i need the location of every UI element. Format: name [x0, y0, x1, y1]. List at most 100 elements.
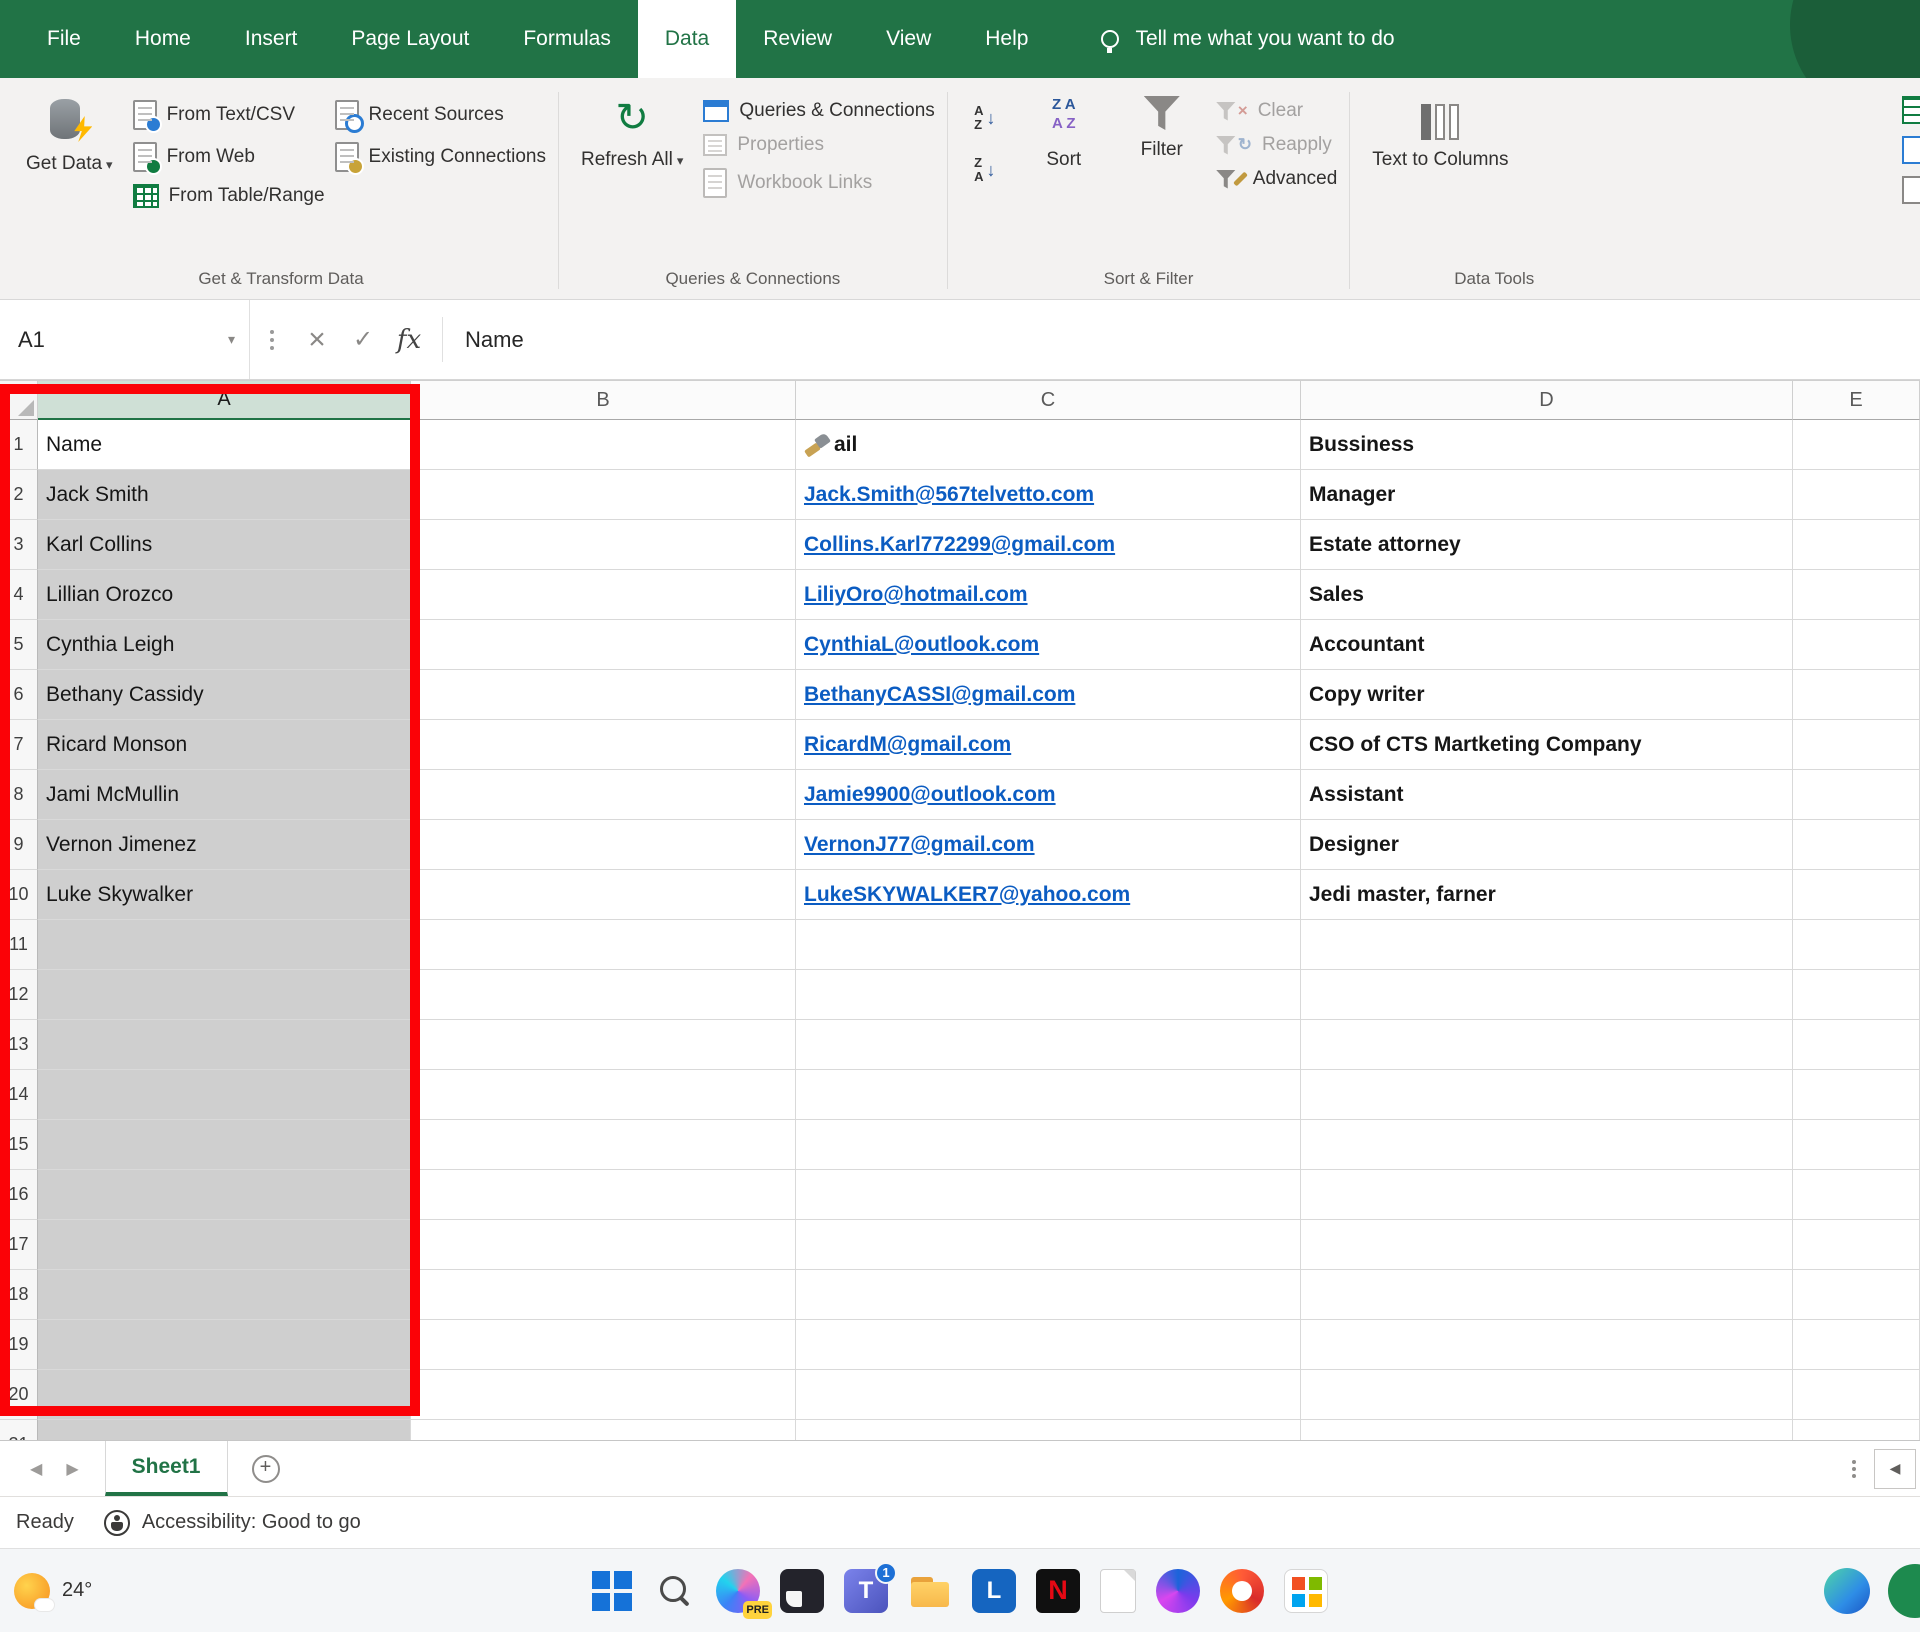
cell-E6[interactable] [1793, 670, 1920, 720]
cell-D17[interactable] [1301, 1220, 1793, 1270]
column-header-e[interactable]: E [1793, 381, 1920, 420]
cell-D8[interactable]: Assistant [1301, 770, 1793, 820]
name-box[interactable]: A1 [0, 300, 250, 379]
cell-A16[interactable] [38, 1170, 411, 1220]
cell-D9[interactable]: Designer [1301, 820, 1793, 870]
dark-app-icon[interactable] [780, 1569, 824, 1613]
cell-C6[interactable]: BethanyCASSI@gmail.com [796, 670, 1301, 720]
tab-help[interactable]: Help [958, 0, 1055, 78]
cell-B7[interactable] [411, 720, 796, 770]
select-all-corner[interactable] [0, 381, 38, 420]
cell-B12[interactable] [411, 970, 796, 1020]
next-sheet-icon[interactable] [66, 1459, 78, 1479]
cell-A9[interactable]: Vernon Jimenez [38, 820, 411, 870]
email-link[interactable]: LukeSKYWALKER7@yahoo.com [804, 883, 1130, 907]
cell-C5[interactable]: CynthiaL@outlook.com [796, 620, 1301, 670]
office-icon[interactable] [1156, 1569, 1200, 1613]
start-icon[interactable] [592, 1571, 632, 1611]
row-header-6[interactable]: 6 [0, 670, 38, 720]
cell-E3[interactable] [1793, 520, 1920, 570]
cell-D20[interactable] [1301, 1370, 1793, 1420]
cell-E9[interactable] [1793, 820, 1920, 870]
cell-A21[interactable] [38, 1420, 411, 1440]
row-header-19[interactable]: 19 [0, 1320, 38, 1370]
email-link[interactable]: LiliyOro@hotmail.com [804, 583, 1028, 607]
cell-D11[interactable] [1301, 920, 1793, 970]
row-header-11[interactable]: 11 [0, 920, 38, 970]
recent-sources-button[interactable]: Recent Sources [335, 100, 546, 130]
cell-C11[interactable] [796, 920, 1301, 970]
cell-B13[interactable] [411, 1020, 796, 1070]
row-header-15[interactable]: 15 [0, 1120, 38, 1170]
cell-A19[interactable] [38, 1320, 411, 1370]
cell-B1[interactable] [411, 420, 796, 470]
cell-C15[interactable] [796, 1120, 1301, 1170]
weather-widget[interactable]: 24° [0, 1573, 92, 1609]
edge-icon[interactable] [1824, 1568, 1870, 1614]
enter-icon[interactable] [340, 300, 386, 379]
cell-D18[interactable] [1301, 1270, 1793, 1320]
cell-E11[interactable] [1793, 920, 1920, 970]
cell-A8[interactable]: Jami McMullin [38, 770, 411, 820]
cell-E12[interactable] [1793, 970, 1920, 1020]
from-text-csv-button[interactable]: From Text/CSV [133, 100, 325, 130]
cell-C21[interactable] [796, 1420, 1301, 1440]
cell-D21[interactable] [1301, 1420, 1793, 1440]
email-link[interactable]: Collins.Karl772299@gmail.com [804, 533, 1115, 557]
cell-D7[interactable]: CSO of CTS Martketing Company [1301, 720, 1793, 770]
email-link[interactable]: BethanyCASSI@gmail.com [804, 683, 1075, 707]
column-header-a[interactable]: A [38, 381, 411, 420]
search-icon[interactable] [652, 1569, 696, 1613]
cell-B5[interactable] [411, 620, 796, 670]
cell-A3[interactable]: Karl Collins [38, 520, 411, 570]
advanced-filter-button[interactable]: Advanced [1216, 168, 1338, 190]
cell-A12[interactable] [38, 970, 411, 1020]
cell-E13[interactable] [1793, 1020, 1920, 1070]
cell-E16[interactable] [1793, 1170, 1920, 1220]
cell-C10[interactable]: LukeSKYWALKER7@yahoo.com [796, 870, 1301, 920]
row-header-7[interactable]: 7 [0, 720, 38, 770]
cell-D4[interactable]: Sales [1301, 570, 1793, 620]
browser-ring-icon[interactable] [1220, 1569, 1264, 1613]
cell-D2[interactable]: Manager [1301, 470, 1793, 520]
cell-C16[interactable] [796, 1170, 1301, 1220]
cell-A7[interactable]: Ricard Monson [38, 720, 411, 770]
tab-page-layout[interactable]: Page Layout [324, 0, 496, 78]
document-icon[interactable] [1100, 1569, 1136, 1613]
row-header-21[interactable]: 21 [0, 1420, 38, 1440]
row-header-5[interactable]: 5 [0, 620, 38, 670]
cell-C18[interactable] [796, 1270, 1301, 1320]
from-table-range-button[interactable]: From Table/Range [133, 184, 325, 208]
cell-E7[interactable] [1793, 720, 1920, 770]
netflix-icon[interactable]: N [1036, 1569, 1080, 1613]
cell-B17[interactable] [411, 1220, 796, 1270]
row-header-16[interactable]: 16 [0, 1170, 38, 1220]
cell-E2[interactable] [1793, 470, 1920, 520]
cell-E8[interactable] [1793, 770, 1920, 820]
cell-C13[interactable] [796, 1020, 1301, 1070]
cell-C19[interactable] [796, 1320, 1301, 1370]
cell-C20[interactable] [796, 1370, 1301, 1420]
cell-D12[interactable] [1301, 970, 1793, 1020]
cell-B11[interactable] [411, 920, 796, 970]
previous-sheet-icon[interactable] [30, 1459, 42, 1479]
cell-A17[interactable] [38, 1220, 411, 1270]
accessibility-status[interactable]: Accessibility: Good to go [104, 1510, 361, 1536]
cell-B20[interactable] [411, 1370, 796, 1420]
row-header-13[interactable]: 13 [0, 1020, 38, 1070]
cell-E18[interactable] [1793, 1270, 1920, 1320]
column-header-c[interactable]: C [796, 381, 1301, 420]
sort-ascending-button[interactable] [960, 96, 1010, 140]
row-header-8[interactable]: 8 [0, 770, 38, 820]
tell-me-box[interactable]: Tell me what you want to do [1101, 0, 1394, 78]
cell-B8[interactable] [411, 770, 796, 820]
cell-B21[interactable] [411, 1420, 796, 1440]
email-link[interactable]: Jamie9900@outlook.com [804, 783, 1056, 807]
cell-C14[interactable] [796, 1070, 1301, 1120]
tab-insert[interactable]: Insert [218, 0, 325, 78]
tab-view[interactable]: View [859, 0, 958, 78]
teams-icon[interactable]: T1 [844, 1569, 888, 1613]
cell-C4[interactable]: LiliyOro@hotmail.com [796, 570, 1301, 620]
tab-home[interactable]: Home [108, 0, 218, 78]
cell-A11[interactable] [38, 920, 411, 970]
